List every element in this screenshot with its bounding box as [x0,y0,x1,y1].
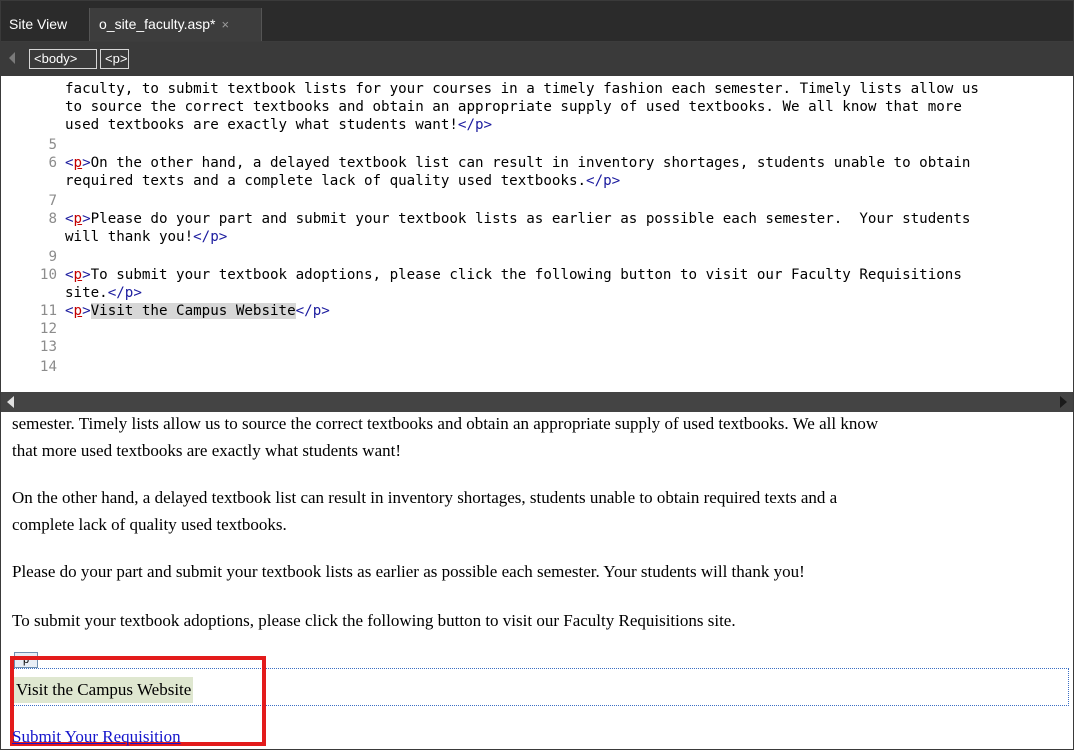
open-p-tag-name: p [73,155,83,171]
scroll-right-icon[interactable] [1060,396,1067,408]
design-paragraph-line: that more used textbooks are exactly wha… [12,441,401,460]
design-paragraph-line: semester. Timely lists allow us to sourc… [12,414,879,433]
line-number: 7 [48,193,57,209]
design-paragraph-line: To submit your textbook adoptions, pleas… [12,611,736,630]
line-number: 5 [48,137,57,153]
open-p-tag-lt: < [65,155,74,171]
line-number: 9 [48,249,57,265]
code-text: will thank you! [65,229,194,245]
line-number: 12 [39,321,57,337]
open-p-tag-name: p [73,303,83,319]
tag-selector-body[interactable]: <body> [29,49,97,69]
line-number: 14 [39,359,57,375]
scroll-left-arrow-icon[interactable] [9,52,15,64]
code-text: site. [65,285,108,301]
code-text: faculty, to submit textbook lists for yo… [65,81,979,97]
line-number: 13 [39,339,57,355]
close-p-tag: </p> [586,173,621,189]
code-text: to source the correct textbooks and obta… [65,99,962,115]
code-view[interactable]: faculty, to submit textbook lists for yo… [1,76,1073,392]
tab-document-label: o_site_faculty.asp* [99,16,216,32]
design-view[interactable]: semester. Timely lists allow us to sourc… [1,412,1073,749]
tab-site-view[interactable]: Site View [1,8,89,41]
open-p-tag-lt: < [65,211,74,227]
tag-selector-bar: <body> <p> [1,42,1073,76]
open-p-tag-lt: < [65,303,74,319]
tab-document[interactable]: o_site_faculty.asp* × [89,8,262,41]
tag-selector-p[interactable]: <p> [100,49,129,69]
close-p-tag: </p> [457,117,493,133]
code-text: required texts and a complete lack of qu… [65,173,587,189]
open-p-tag-lt: < [65,267,74,283]
code-text: On the other hand, a delayed textbook li… [90,155,971,171]
document-tab-bar: Site View o_site_faculty.asp* × [1,1,1073,42]
line-number: 6 [48,155,57,171]
design-paragraph-line: complete lack of quality used textbooks. [12,515,287,534]
close-p-tag: </p> [295,303,330,319]
submit-requisition-link[interactable]: Submit Your Requisition [12,727,181,747]
close-tab-icon[interactable]: × [221,17,229,32]
tab-site-view-label: Site View [9,16,68,32]
open-p-tag-gt: > [82,211,91,227]
editor-window: Site View o_site_faculty.asp* × <body> <p… [0,0,1074,750]
open-p-tag-gt: > [82,155,91,171]
code-text: To submit your textbook adoptions, pleas… [90,267,962,283]
open-p-tag-name: p [73,267,83,283]
horizontal-scrollbar[interactable] [1,392,1073,412]
line-number: 10 [39,267,57,283]
selected-code-text[interactable]: Visit the Campus Website [90,303,296,319]
code-text: used textbooks are exactly what students… [65,117,458,133]
close-p-tag: </p> [107,285,142,301]
line-number: 11 [39,303,57,319]
open-p-tag-gt: > [82,267,91,283]
line-number: 8 [48,211,57,227]
open-p-tag-name: p [73,211,83,227]
scroll-left-icon[interactable] [7,396,14,408]
open-p-tag-gt: > [82,303,91,319]
close-p-tag: </p> [193,229,228,245]
design-paragraph-line: Please do your part and submit your text… [12,562,805,581]
design-paragraph-line: On the other hand, a delayed textbook li… [12,488,838,507]
code-text: Please do your part and submit your text… [90,211,971,227]
